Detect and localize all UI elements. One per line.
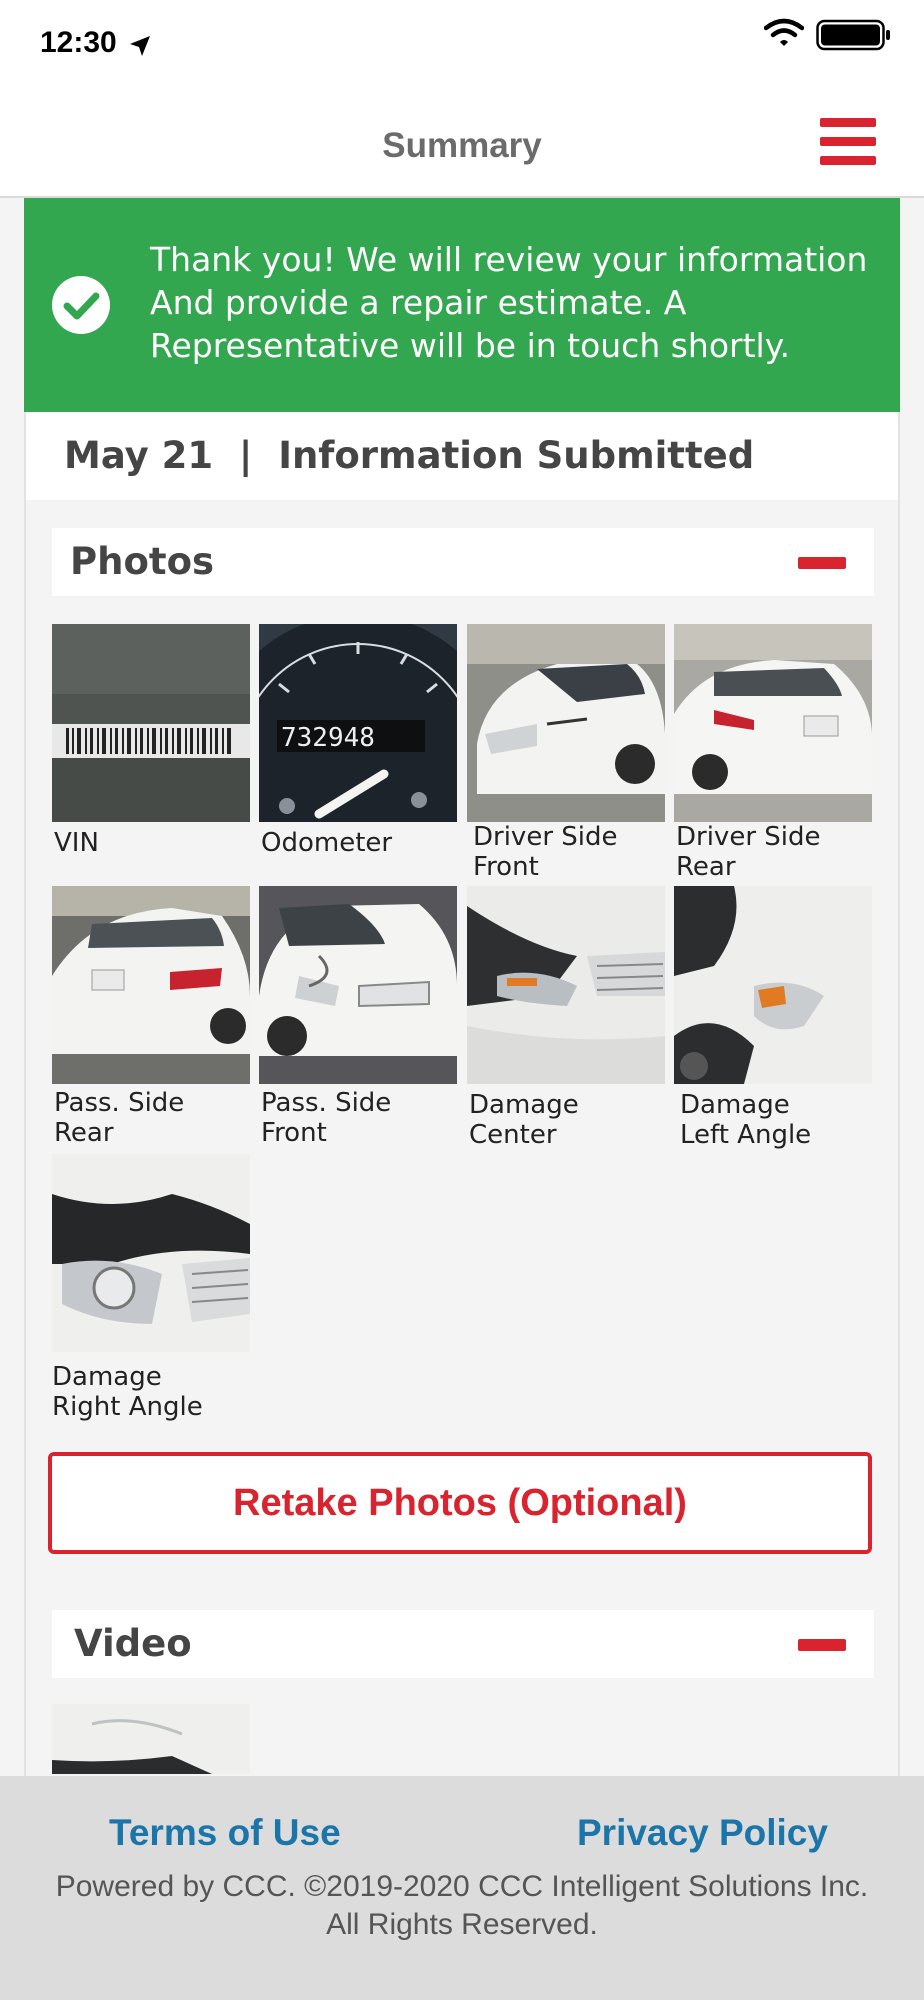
success-message-line: Representative will be in touch shortly.: [150, 326, 791, 365]
photo-caption-line: Center: [469, 1120, 557, 1150]
odometer-reading: 732948: [281, 723, 375, 753]
collapse-minus-icon[interactable]: [798, 557, 846, 569]
page-title: Summary: [382, 126, 542, 165]
photo-caption-line: VIN: [54, 828, 99, 858]
photo-thumbnail-driver-side-front[interactable]: [467, 624, 665, 822]
wifi-icon: [764, 18, 804, 46]
copyright-text: Powered by CCC. ©2019-2020 CCC Intellige…: [0, 1868, 924, 1944]
photo-caption-line: Damage: [52, 1362, 162, 1392]
photo-caption-line: Rear: [54, 1118, 114, 1148]
photo-caption-line: Pass. Side: [261, 1088, 392, 1118]
success-message-line: And provide a repair estimate. A: [150, 283, 687, 322]
battery-icon: [816, 19, 890, 51]
photo-caption: Driver Side Front: [473, 822, 618, 882]
copyright-line: All Rights Reserved.: [326, 1908, 598, 1941]
checkmark-icon: [52, 276, 110, 334]
submission-card: May 21 | Information Submitted Photos VI…: [24, 412, 900, 1776]
footer: Terms of Use Privacy Policy Powered by C…: [0, 1776, 924, 2000]
photo-caption-line: Pass. Side: [54, 1088, 185, 1118]
submission-header: May 21 | Information Submitted: [26, 412, 898, 500]
photo-thumbnail-vin[interactable]: [52, 624, 250, 822]
terms-of-use-link[interactable]: Terms of Use: [109, 1812, 341, 1854]
photo-caption-line: Front: [473, 852, 539, 882]
video-section-header[interactable]: Video: [52, 1610, 874, 1678]
copyright-line: Powered by CCC. ©2019-2020 CCC Intellige…: [55, 1870, 869, 1903]
photo-caption: Pass. Side Front: [261, 1088, 391, 1148]
photo-caption-line: Front: [261, 1118, 327, 1148]
photo-thumbnail-damage-center[interactable]: [467, 886, 665, 1084]
status-time: 12:30: [40, 26, 117, 59]
photo-caption: Driver Side Rear: [676, 822, 821, 882]
success-banner: Thank you! We will review your informati…: [24, 198, 900, 412]
location-arrow-icon: [130, 36, 150, 56]
photo-thumbnail-damage-right-angle[interactable]: [52, 1154, 250, 1352]
submission-status: Information Submitted: [278, 434, 755, 477]
app-header: Summary: [0, 96, 924, 198]
photo-caption-line: Damage: [469, 1090, 579, 1120]
collapse-minus-icon[interactable]: [798, 1639, 846, 1651]
photo-thumbnail-damage-left-angle[interactable]: [674, 886, 872, 1084]
retake-photos-label: Retake Photos (Optional): [233, 1482, 687, 1524]
hamburger-menu-icon[interactable]: [820, 118, 876, 166]
photo-caption-line: Rear: [676, 852, 736, 882]
photo-caption: Odometer: [261, 828, 392, 858]
photo-caption: VIN: [54, 828, 99, 858]
submission-date: May 21: [64, 434, 214, 477]
success-message-line: Thank you! We will review your informati…: [150, 240, 868, 279]
photo-thumbnail-pass-side-front[interactable]: [259, 886, 457, 1084]
photo-caption-line: Damage: [680, 1090, 790, 1120]
photo-thumbnail-driver-side-rear[interactable]: [674, 624, 872, 822]
photo-caption-line: Odometer: [261, 828, 393, 858]
photo-caption: Damage Left Angle: [680, 1090, 811, 1150]
photo-caption: Damage Center: [469, 1090, 579, 1150]
status-bar: 12:30: [0, 0, 924, 96]
video-section-title: Video: [74, 1622, 192, 1665]
photo-thumbnail-pass-side-rear[interactable]: [52, 886, 250, 1084]
submission-separator: |: [238, 434, 253, 477]
submission-title: May 21 | Information Submitted: [64, 434, 754, 477]
summary-content[interactable]: Thank you! We will review your informati…: [0, 198, 924, 1776]
photos-section-header[interactable]: Photos: [52, 528, 874, 596]
photo-caption: Damage Right Angle: [52, 1362, 203, 1422]
photo-caption: Pass. Side Rear: [54, 1088, 184, 1148]
photo-thumbnail-odometer[interactable]: 732948: [259, 624, 457, 822]
success-message: Thank you! We will review your informati…: [150, 238, 890, 367]
photo-caption-line: Left Angle: [680, 1120, 812, 1150]
video-thumbnail[interactable]: [52, 1704, 250, 1774]
photo-caption-line: Driver Side: [473, 822, 618, 852]
retake-photos-button[interactable]: Retake Photos (Optional): [48, 1452, 872, 1554]
photo-caption-line: Right Angle: [52, 1392, 203, 1422]
photos-section-title: Photos: [70, 540, 215, 583]
privacy-policy-link[interactable]: Privacy Policy: [577, 1812, 828, 1854]
photo-caption-line: Driver Side: [676, 822, 821, 852]
